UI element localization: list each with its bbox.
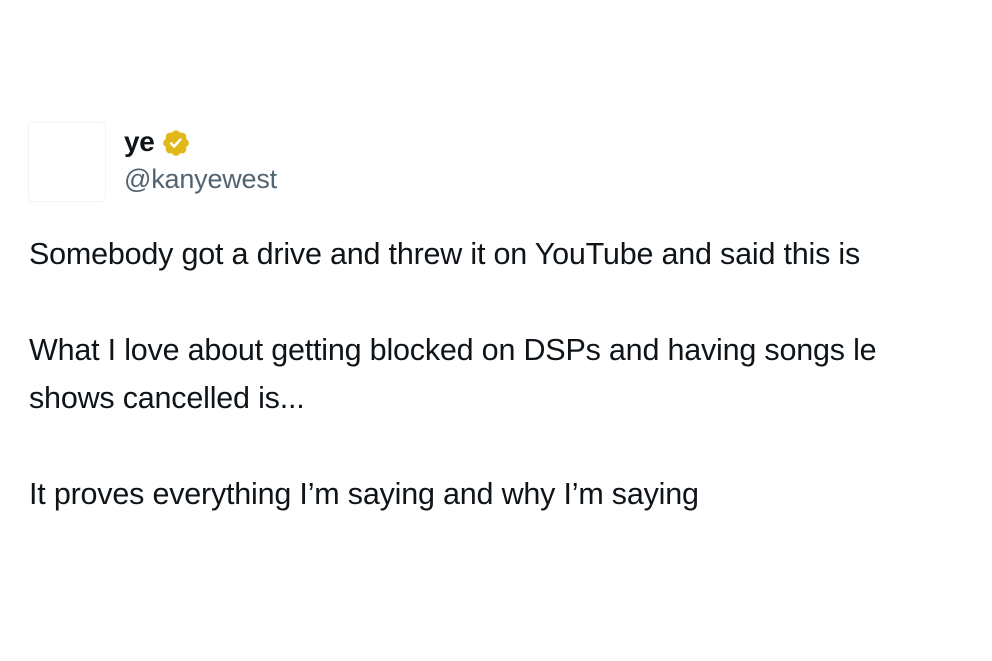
tweet-line: What I love about getting blocked on DSP…: [29, 333, 877, 367]
tweet-line: shows cancelled is...: [29, 381, 305, 415]
author-handle[interactable]: @kanyewest: [124, 164, 277, 195]
avatar[interactable]: [28, 122, 106, 202]
tweet-text: Somebody got a drive and threw it on You…: [29, 230, 992, 518]
verified-badge-icon: [161, 128, 191, 158]
tweet-line: It proves everything I’m saying and why …: [29, 477, 699, 511]
author-name-row: ye: [124, 124, 191, 160]
tweet-card: ye @kanyewest Somebody got a drive and t…: [0, 0, 992, 661]
author-display-name[interactable]: ye: [124, 126, 155, 158]
tweet-line: Somebody got a drive and threw it on You…: [29, 237, 861, 271]
